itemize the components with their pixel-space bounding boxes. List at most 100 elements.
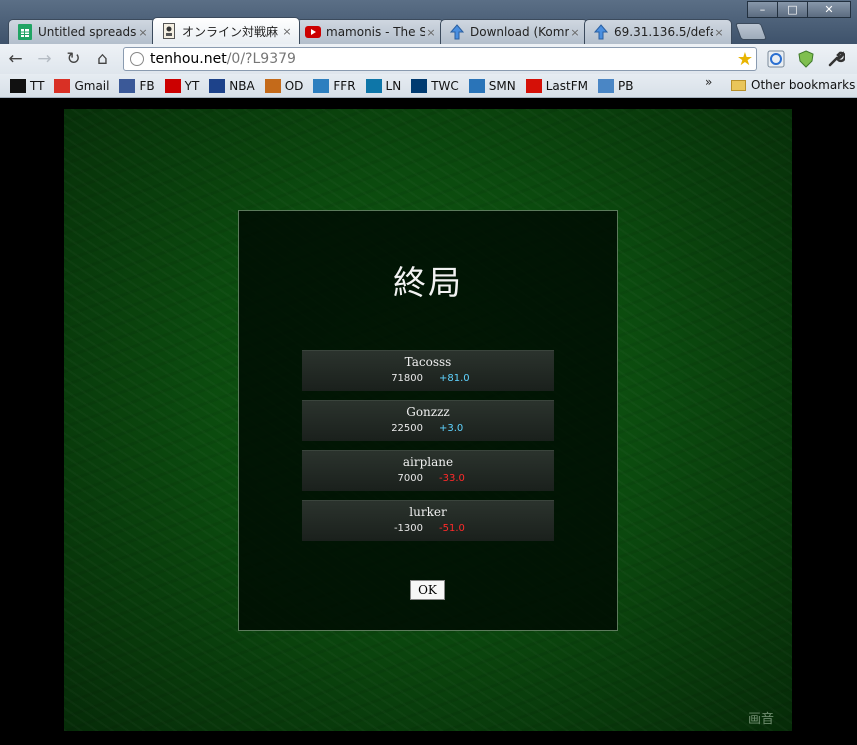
bookmark-label: YT [184,78,200,93]
browser-tab[interactable]: mamonis - The S × [296,19,444,44]
bookmarks-bar: TT Gmail FB YT NBA OD FFR LN TWC SMN LastFM PB » Oth… [0,74,857,98]
download-icon [593,24,609,40]
bookmark-item[interactable]: TT [10,78,45,93]
bookmark-favicon-icon [164,78,181,93]
tab-title: mamonis - The S [326,25,425,39]
bookmark-label: SMN [488,78,516,93]
forward-arrow-icon: → [37,49,52,69]
browser-tab[interactable]: 69.31.136.5/defau× [584,19,732,44]
bookmark-label: LN [385,78,402,93]
bookmark-item[interactable]: OD [264,78,304,93]
ok-button[interactable]: OK [410,580,445,600]
bookmark-item[interactable]: LastFM [525,78,589,93]
home-button[interactable]: ⌂ [89,46,116,72]
close-window-button[interactable]: ✕ [807,1,851,18]
tab-title: 69.31.136.5/defau [614,25,713,39]
bookmarks-overflow-button[interactable]: » [705,75,712,89]
bookmark-item[interactable]: NBA [209,78,255,93]
bookmark-favicon-icon [313,78,330,93]
close-tab-icon[interactable]: × [281,25,293,38]
youtube-icon [305,24,321,40]
player-name: Tacosss [404,355,452,369]
bookmark-favicon-icon [598,78,615,93]
player-result-row: Tacosss 71800 +81.0 [302,350,554,391]
bookmark-item[interactable]: FFR [313,78,356,93]
reload-icon: ↻ [66,49,81,69]
close-tab-icon[interactable]: × [425,26,437,39]
player-point-delta: +3.0 [439,423,464,434]
bookmark-favicon-icon [119,78,136,93]
tab-strip: Untitled spreadsh × オンライン対戦麻 × mamonis - The… [8,17,768,44]
player-result-row: lurker -1300 -51.0 [302,500,554,541]
player-name: airplane [402,455,454,469]
reload-button[interactable]: ↻ [60,46,87,72]
bookmark-favicon-icon [525,78,542,93]
bookmark-item[interactable]: TWC [411,78,459,93]
player-point-delta: -51.0 [439,523,465,534]
url-path: /0/?L9379 [226,51,296,67]
maximize-button[interactable]: □ [777,1,808,18]
bookmark-item[interactable]: SMN [468,78,516,93]
bookmark-item[interactable]: PB [598,78,634,93]
corner-logo: 画音 [747,712,774,727]
bookmark-label: TWC [431,78,459,93]
sheets-icon [17,24,33,40]
tab-title: オンライン対戦麻 [182,24,279,39]
bookmark-favicon-icon [468,78,485,93]
player-name: lurker [409,505,447,519]
back-arrow-icon: ← [8,49,23,69]
player-result-row: airplane 7000 -33.0 [302,450,554,491]
game-result-dialog: 終局 Tacosss 71800 +81.0 Gonzzz 22500 +3.0 airpl… [238,210,618,631]
player-score: -1300 [393,523,423,534]
bookmark-favicon-icon [264,78,281,93]
bookmark-label: Gmail [74,78,110,93]
download-icon [449,24,465,40]
close-tab-icon[interactable]: × [713,26,725,39]
bookmark-label: OD [284,78,304,93]
forward-button[interactable]: → [31,46,58,72]
bookmark-label: TT [30,78,45,93]
player-score: 22500 [391,423,423,434]
url-host: tenhou.net [150,51,227,67]
bookmark-item[interactable]: LN [365,78,402,93]
wrench-icon[interactable] [822,48,850,70]
bookmark-item[interactable]: Gmail [54,78,110,93]
browser-tab[interactable]: Download (Komm × [440,19,588,44]
shield-extension-icon[interactable] [792,48,820,70]
player-name: Gonzzz [406,405,450,419]
player-score: 7000 [397,473,423,484]
player-point-delta: -33.0 [439,473,465,484]
bookmark-star-icon[interactable]: ★ [737,49,753,70]
browser-toolbar: ← → ↻ ⌂ tenhou.net/0/?L9379 ★ [0,44,857,74]
window-controls: – □ ✕ [747,1,851,18]
tab-title: Download (Komm [470,25,569,39]
extension-buttons [762,48,852,70]
bookmark-label: PB [618,78,634,93]
back-button[interactable]: ← [2,46,29,72]
minimize-button[interactable]: – [747,1,778,18]
bookmark-label: FB [139,78,155,93]
address-bar[interactable]: tenhou.net/0/?L9379 ★ [123,47,757,71]
tab-title: Untitled spreadsh [38,25,137,39]
browser-tab[interactable]: Untitled spreadsh × [8,19,156,44]
other-bookmarks-label: Other bookmarks [751,78,856,92]
other-bookmarks-button[interactable]: Other bookmarks [731,78,855,92]
folder-icon [731,79,746,91]
close-tab-icon[interactable]: × [137,26,149,39]
bookmark-favicon-icon [10,78,26,93]
close-tab-icon[interactable]: × [569,26,581,39]
home-icon: ⌂ [97,49,108,69]
player-result-row: Gonzzz 22500 +3.0 [302,400,554,441]
bookmark-label: LastFM [545,78,589,93]
bookmark-favicon-icon [411,78,428,93]
bookmark-favicon-icon [209,78,226,93]
bookmark-item[interactable]: FB [119,78,155,93]
globe-icon [130,52,144,66]
browser-tab[interactable]: オンライン対戦麻 × [152,17,300,44]
mahjong-icon [161,23,177,39]
ie-tab-extension-icon[interactable] [762,48,790,70]
bookmark-item[interactable]: YT [164,78,200,93]
result-title: 終局 [393,263,463,302]
new-tab-button[interactable] [734,23,768,40]
bookmark-label: NBA [229,78,255,93]
